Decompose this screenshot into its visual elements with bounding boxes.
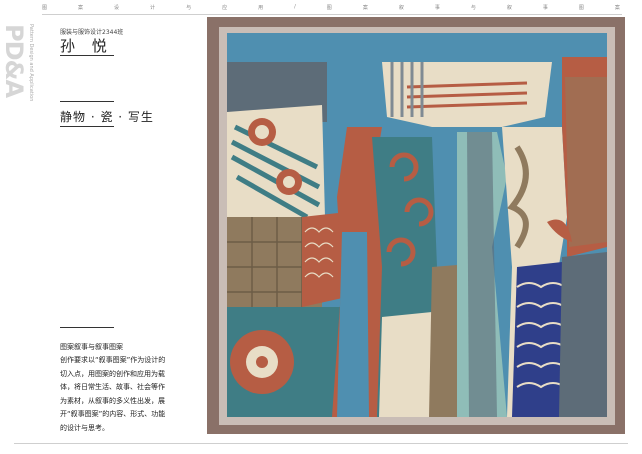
header-band-char: 案 <box>614 5 620 11</box>
lace-vase <box>379 312 435 417</box>
header-band-char: 案 <box>362 5 368 11</box>
header-band-char: 叙 <box>398 5 404 11</box>
header-band-char: 事 <box>434 5 440 11</box>
header-band-char: / <box>294 4 296 10</box>
header-rule <box>42 14 622 15</box>
header-band-char: 计 <box>150 5 156 11</box>
flower-left-1-center <box>255 125 269 139</box>
logo-text: PD&A <box>0 24 28 98</box>
header-band-char: 应 <box>222 5 228 11</box>
description-heading: 图案叙事与叙事图案 <box>60 343 123 351</box>
artwork-frame <box>207 17 625 434</box>
flower-left-2-center <box>283 176 295 188</box>
header-band-char: 事 <box>542 5 548 11</box>
header-band-char: 图 <box>42 5 48 11</box>
header-band-char: 图 <box>578 5 584 11</box>
author-underline <box>60 55 114 56</box>
description-overline <box>60 327 114 328</box>
title-underline <box>60 126 114 127</box>
title-overline <box>60 101 114 102</box>
blue-vase-lower <box>337 232 369 417</box>
author-name: 孙 悦 <box>60 37 113 55</box>
mint-vase-shadow <box>467 132 497 417</box>
header-band-char: 案 <box>78 5 84 11</box>
header-band-char: 与 <box>470 5 476 11</box>
slate-right-vase <box>559 252 607 417</box>
artwork <box>207 17 625 434</box>
work-title: 静物 · 瓷 · 写生 <box>60 110 154 124</box>
logo-subtitle: Pattern Design and Application <box>28 24 34 102</box>
description-body: 创作要求以“叙事图案”作为设计的切入点，用图案的创作和应用为载体，将日常生活、故… <box>60 356 166 432</box>
header-band-char: 叙 <box>506 5 512 11</box>
header-band-char: 设 <box>114 5 120 11</box>
artwork-canvas <box>227 33 607 417</box>
header-band: 图 案 设 计 与 应 用 / 图 案 叙 事 与 叙 事 图 案 <box>42 4 620 14</box>
side-logo: PD&A <box>0 24 28 144</box>
header-band-char: 与 <box>186 5 192 11</box>
header-band-char: 图 <box>326 5 332 11</box>
footer-rule <box>14 443 628 444</box>
terracotta-right-texture <box>565 77 607 247</box>
big-flower-dot <box>256 356 268 368</box>
header-band-char: 用 <box>258 5 264 11</box>
